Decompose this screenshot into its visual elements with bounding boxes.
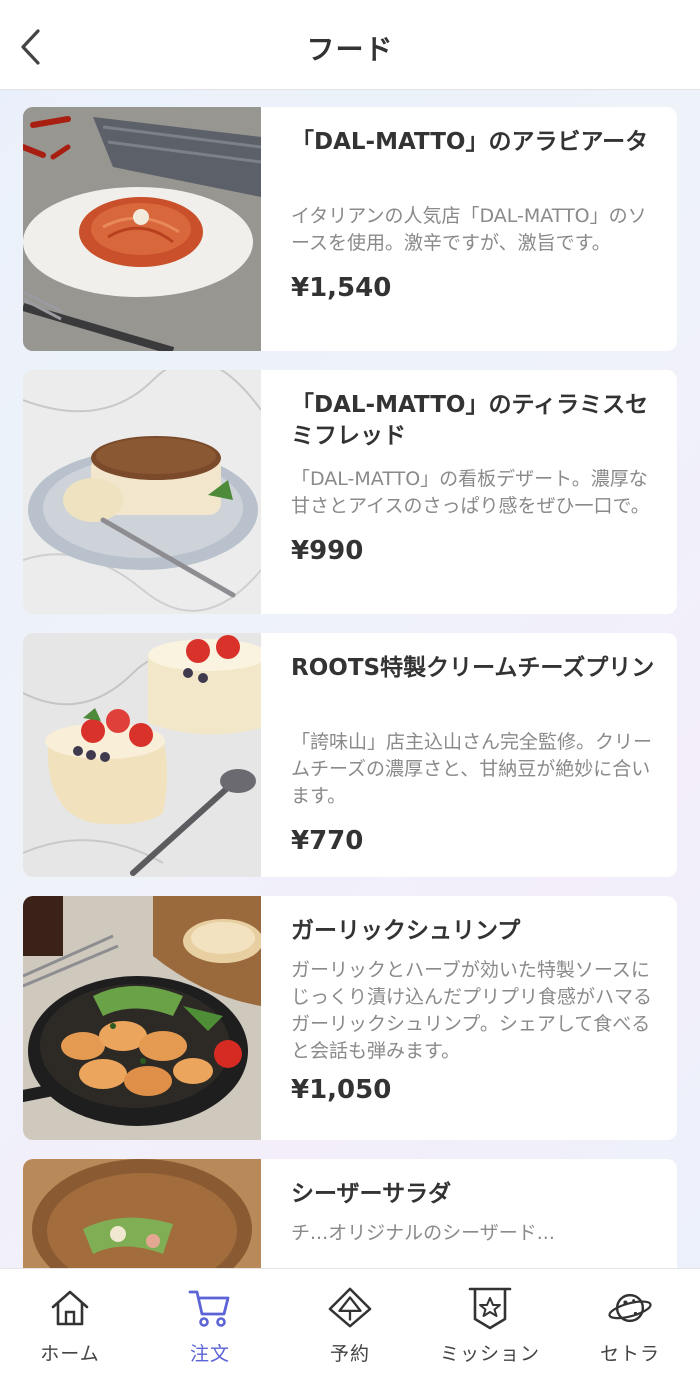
food-description: ガーリックとハーブが効いた特製ソースにじっくり漬け込んだプリプリ食感がハマるガー… [291, 959, 653, 1062]
nav-order[interactable]: 注文 [140, 1269, 280, 1385]
nav-etcetera[interactable]: セトラ [560, 1269, 700, 1385]
food-image-arrabbiata [23, 107, 261, 351]
food-price: ¥1,050 [291, 1075, 392, 1105]
food-image-caesar-salad [23, 1159, 261, 1268]
food-price: ¥1,540 [291, 273, 392, 303]
mission-badge-icon [467, 1285, 513, 1331]
nav-reservation[interactable]: 予約 [280, 1269, 420, 1385]
bottom-nav: ホーム 注文 予約 ミッション セトラ [0, 1268, 700, 1385]
food-card[interactable]: 「DAL-MATTO」のティラミスセミフレッド 「DAL-MATTO」の看板デザ… [23, 370, 677, 614]
food-title: シーザーサラダ [291, 1181, 452, 1207]
food-title: ROOTS特製クリームチーズプリン [291, 655, 655, 681]
food-title: 「DAL-MATTO」のアラビアータ [291, 129, 649, 155]
food-card[interactable]: 「DAL-MATTO」のアラビアータ イタリアンの人気店「DAL-MATTO」の… [23, 107, 677, 351]
nav-mission[interactable]: ミッション [420, 1269, 560, 1385]
food-image-pudding [23, 633, 261, 877]
planet-icon [607, 1285, 653, 1331]
reservation-icon [327, 1285, 373, 1331]
food-title: ガーリックシュリンプ [291, 918, 521, 944]
nav-label: 注文 [189, 1343, 230, 1365]
food-description: イタリアンの人気店「DAL-MATTO」のソースを使用。激辛ですが、激旨です。 [291, 205, 647, 254]
nav-label: ミッション [439, 1343, 540, 1365]
home-icon [47, 1285, 93, 1331]
food-title: 「DAL-MATTO」のティラミスセミフレッド [291, 392, 649, 449]
page-title: フード [306, 33, 394, 66]
food-list[interactable]: 「DAL-MATTO」のアラビアータ イタリアンの人気店「DAL-MATTO」の… [0, 90, 700, 1268]
food-card[interactable]: ガーリックシュリンプ ガーリックとハーブが効いた特製ソースにじっくり漬け込んだプ… [23, 896, 677, 1140]
nav-label: セトラ [599, 1343, 660, 1365]
nav-home[interactable]: ホーム [0, 1269, 140, 1385]
food-image-garlic-shrimp [23, 896, 261, 1140]
app-header: フード [0, 0, 700, 90]
food-image-tiramisu [23, 370, 261, 614]
food-card[interactable]: ROOTS特製クリームチーズプリン 「誇味山」店主込山さん完全監修。クリームチー… [23, 633, 677, 877]
food-description: 「DAL-MATTO」の看板デザート。濃厚な甘さとアイスのさっぱり感をぜひ一口で… [291, 468, 650, 517]
nav-label: 予約 [329, 1343, 370, 1365]
food-price: ¥770 [291, 826, 364, 856]
food-description: 「誇味山」店主込山さん完全監修。クリームチーズの濃厚さと、甘納豆が絶妙に合います… [291, 731, 653, 807]
food-description: チ...オリジナルのシーザード... [291, 1222, 555, 1244]
food-price: ¥990 [291, 536, 364, 566]
nav-label: ホーム [40, 1343, 100, 1365]
cart-icon [187, 1285, 233, 1331]
